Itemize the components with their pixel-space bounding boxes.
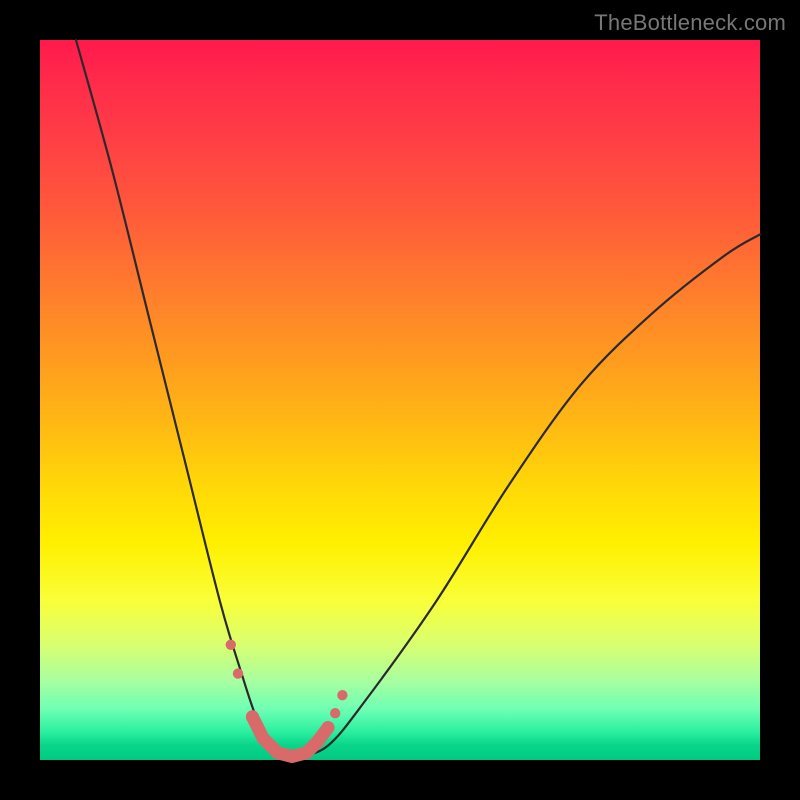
- highlight-dot: [330, 708, 340, 718]
- highlight-dot: [311, 736, 324, 749]
- chart-svg: [40, 40, 760, 760]
- watermark-text: TheBottleneck.com: [594, 10, 786, 36]
- highlight-dot: [246, 710, 259, 723]
- highlight-dot: [300, 746, 313, 759]
- highlight-dot: [257, 732, 270, 745]
- curve-group: [76, 40, 760, 758]
- highlight-dot: [233, 668, 243, 678]
- highlight-dot: [271, 746, 284, 759]
- bottleneck-curve: [76, 40, 760, 758]
- chart-frame: TheBottleneck.com: [0, 0, 800, 800]
- highlight-dot: [322, 721, 335, 734]
- highlight-dot: [226, 640, 236, 650]
- highlight-dot: [337, 690, 347, 700]
- highlight-dot: [286, 750, 299, 763]
